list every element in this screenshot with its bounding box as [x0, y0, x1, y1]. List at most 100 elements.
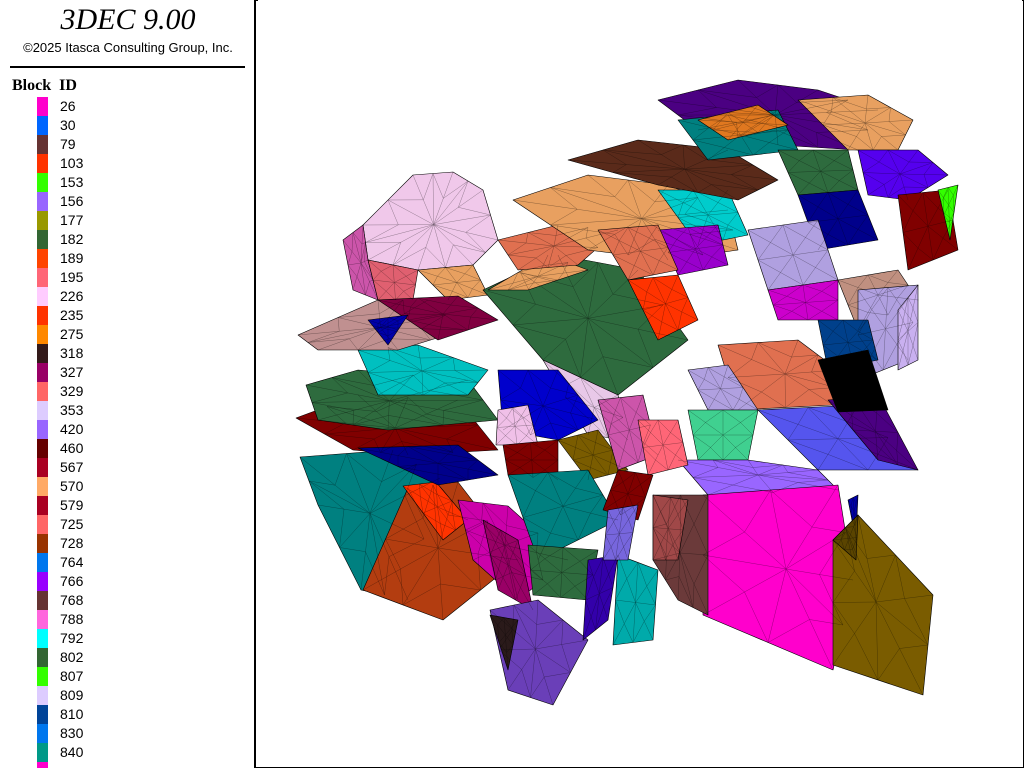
legend-item: 420: [0, 420, 254, 439]
legend-swatch: [37, 211, 48, 230]
legend-label: 807: [60, 668, 84, 684]
legend-label: 26: [60, 98, 76, 114]
header-divider: [10, 66, 245, 68]
legend-label: 810: [60, 706, 84, 722]
legend-swatch: [37, 534, 48, 553]
legend-swatch: [37, 496, 48, 515]
legend-item: 802: [0, 648, 254, 667]
legend-item: 567: [0, 458, 254, 477]
legend-swatch: [37, 648, 48, 667]
legend-item: 579: [0, 496, 254, 515]
legend-swatch: [37, 572, 48, 591]
legend-swatch: [37, 667, 48, 686]
legend-label: 156: [60, 193, 84, 209]
copyright-text: ©2025 Itasca Consulting Group, Inc.: [23, 40, 233, 55]
legend-item: 327: [0, 363, 254, 382]
legend-swatch: [37, 249, 48, 268]
legend-item: 177: [0, 211, 254, 230]
legend-swatch: [37, 230, 48, 249]
legend-label: 275: [60, 326, 84, 342]
legend-swatch: [37, 477, 48, 496]
app-title: 3DEC 9.00: [60, 3, 196, 36]
legend-label: 318: [60, 345, 84, 361]
legend-label: 768: [60, 592, 84, 608]
legend-swatch: [37, 382, 48, 401]
legend-label: 329: [60, 383, 84, 399]
legend-item: 318: [0, 344, 254, 363]
legend-item: 103: [0, 154, 254, 173]
legend-swatch: [37, 344, 48, 363]
legend-item: 460: [0, 439, 254, 458]
legend-item: 30: [0, 116, 254, 135]
legend-label: 182: [60, 231, 84, 247]
legend-label: 79: [60, 136, 76, 152]
legend-swatch: [37, 192, 48, 211]
legend-label: 460: [60, 440, 84, 456]
legend-label: 579: [60, 497, 84, 513]
model-viewport[interactable]: [258, 0, 1022, 766]
legend-item: 768: [0, 591, 254, 610]
legend-label: 235: [60, 307, 84, 323]
legend-label: 189: [60, 250, 84, 266]
legend-label: 177: [60, 212, 84, 228]
legend-swatch: [37, 401, 48, 420]
legend-label: 153: [60, 174, 84, 190]
legend-label: 840: [60, 744, 84, 760]
legend-panel: 3DEC 9.00 ©2025 Itasca Consulting Group,…: [0, 0, 256, 768]
block-face[interactable]: [417, 264, 489, 301]
legend-swatch: [37, 515, 48, 534]
legend-swatch: [37, 287, 48, 306]
legend-item: 764: [0, 553, 254, 572]
legend-item: [0, 762, 254, 768]
legend-item: 156: [0, 192, 254, 211]
legend-swatch: [37, 154, 48, 173]
legend-label: 788: [60, 611, 84, 627]
legend-label: 802: [60, 649, 84, 665]
legend-item: 195: [0, 268, 254, 287]
legend-swatch: [37, 629, 48, 648]
legend-item: 766: [0, 572, 254, 591]
legend-list: 26 30 79 103 153 156 177 182 189 195 226 235 275 318 3…: [0, 97, 254, 768]
legend-label: 809: [60, 687, 84, 703]
block-face[interactable]: [357, 344, 489, 396]
legend-item: 329: [0, 382, 254, 401]
legend-item: 788: [0, 610, 254, 629]
legend-item: 570: [0, 477, 254, 496]
legend-swatch: [37, 173, 48, 192]
legend-item: 840: [0, 743, 254, 762]
legend-swatch: [37, 724, 48, 743]
legend-label: 420: [60, 421, 84, 437]
legend-item: 153: [0, 173, 254, 192]
block-face[interactable]: [637, 419, 689, 476]
block-face[interactable]: [702, 484, 854, 671]
legend-item: 275: [0, 325, 254, 344]
legend-item: 809: [0, 686, 254, 705]
legend-label: 226: [60, 288, 84, 304]
legend-item: 26: [0, 97, 254, 116]
legend-swatch: [37, 705, 48, 724]
legend-label: 353: [60, 402, 84, 418]
legend-label: 766: [60, 573, 84, 589]
legend-swatch: [37, 458, 48, 477]
block-model-render[interactable]: [258, 0, 1022, 766]
legend-swatch: [37, 325, 48, 344]
legend-swatch: [37, 135, 48, 154]
legend-item: 728: [0, 534, 254, 553]
legend-swatch: [37, 268, 48, 287]
legend-label: 30: [60, 117, 76, 133]
legend-swatch: [37, 306, 48, 325]
legend-item: 725: [0, 515, 254, 534]
legend-heading: Block ID: [12, 77, 77, 94]
legend-label: 103: [60, 155, 84, 171]
legend-swatch: [37, 591, 48, 610]
legend-item: 235: [0, 306, 254, 325]
legend-swatch: [37, 553, 48, 572]
legend-item: 353: [0, 401, 254, 420]
legend-label: 792: [60, 630, 84, 646]
legend-label: 327: [60, 364, 84, 380]
legend-item: 226: [0, 287, 254, 306]
legend-swatch: [37, 610, 48, 629]
legend-swatch: [37, 97, 48, 116]
legend-swatch: [37, 439, 48, 458]
block-face[interactable]: [362, 171, 499, 271]
